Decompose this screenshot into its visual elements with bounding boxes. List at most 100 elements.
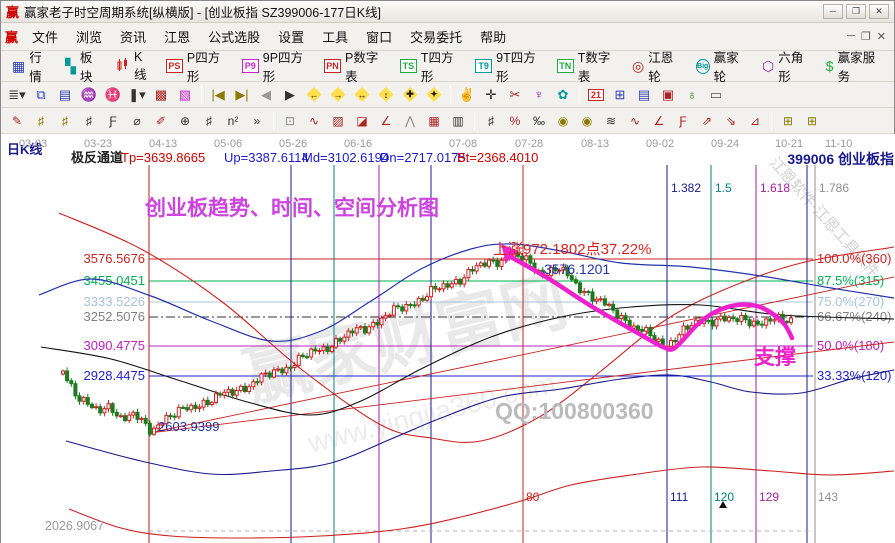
draw-tool-button[interactable]: ⊞	[777, 111, 799, 130]
draw-tool-button[interactable]: ‰	[528, 111, 550, 130]
draw-tool-button[interactable]: ◪	[351, 111, 373, 130]
web-button[interactable]: ♁	[681, 85, 703, 105]
calculator-button[interactable]: ⊞	[609, 85, 631, 105]
computer-button[interactable]: ▭	[705, 85, 727, 105]
kline-button[interactable]: K线	[109, 54, 159, 78]
draw-tool-button[interactable]: ∠	[648, 111, 670, 130]
draw-tool-button[interactable]: ∿	[624, 111, 646, 130]
draw-tool-button[interactable]: Ƒ	[102, 111, 124, 130]
nav-next-button[interactable]: ▶	[279, 85, 301, 105]
menu-item[interactable]: 文件	[23, 23, 67, 50]
expand-v-button[interactable]: ↕	[375, 85, 397, 105]
nav-first-button[interactable]: |◀	[207, 85, 229, 105]
hexagon-button[interactable]: ⬡六角形	[755, 54, 819, 78]
9p-square-button[interactable]: P99P四方形	[235, 54, 317, 78]
gann-wheel-button[interactable]: ◎江恩轮	[625, 54, 689, 78]
cycle-3-button[interactable]: ♒	[78, 85, 100, 105]
draw-tool-button[interactable]: ✎	[6, 111, 28, 130]
chart-area[interactable]: 赢家财富网www.yingjia360.com江恩软件·江恩工具软件日K线03-…	[1, 134, 895, 543]
menu-item[interactable]: 窗口	[357, 23, 401, 50]
draw-tool-button[interactable]: ♯	[30, 111, 52, 130]
close-button[interactable]: ✕	[869, 4, 889, 19]
support-annotation: 支撑	[754, 345, 796, 369]
notes-button[interactable]: ▤	[633, 85, 655, 105]
draw-tool-button[interactable]: ▥	[447, 111, 469, 130]
indicator-value: Up=3387.6114	[224, 150, 309, 165]
rise-annotation: 上涨972.1802点37.22%	[493, 241, 651, 258]
draw-tool-button[interactable]: ⊕	[174, 111, 196, 130]
mdi-close-button[interactable]: ✕	[877, 30, 886, 43]
draw-tool-button[interactable]: %	[504, 111, 526, 130]
kline-style-button[interactable]: ≣▾	[6, 85, 28, 105]
menu-item[interactable]: 公式选股	[199, 23, 269, 50]
expand-h-button[interactable]: ↔	[351, 85, 373, 105]
cycle-9-button[interactable]: ♓	[102, 85, 124, 105]
jump-left-button[interactable]: ←	[303, 85, 325, 105]
angle-tool-button[interactable]: ✂	[504, 85, 526, 105]
draw-tool-button[interactable]: ⇘	[720, 111, 742, 130]
minimize-button[interactable]: ─	[823, 4, 843, 19]
menu-logo-icon: 赢	[5, 27, 18, 46]
draw-tool-button[interactable]: Ƒ	[672, 111, 694, 130]
winner-wheel-button[interactable]: Big赢家轮	[689, 54, 755, 78]
draw-tool-button[interactable]: ≋	[600, 111, 622, 130]
draw-tool-button[interactable]: ▦	[423, 111, 445, 130]
view-button[interactable]: ▩	[150, 85, 172, 105]
draw-tool-button[interactable]: ⌀	[126, 111, 148, 130]
color-chart-button[interactable]: ▧	[174, 85, 196, 105]
center-button[interactable]: ✚	[399, 85, 421, 105]
draw-tool-button[interactable]: ∿	[303, 111, 325, 130]
stats-tool-button[interactable]: ✿	[552, 85, 574, 105]
draw-tool-button[interactable]: ♯	[78, 111, 100, 130]
chart-title-annotation: 创业板趋势、时间、空间分析图	[144, 196, 439, 220]
draw-tool-button[interactable]: n²	[222, 111, 244, 130]
draw-tool-button[interactable]: ♯	[54, 111, 76, 130]
mdi-restore-button[interactable]: ❐	[861, 30, 871, 43]
restore-button[interactable]: ❐	[846, 4, 866, 19]
quotes-button[interactable]: ▦行情	[5, 54, 58, 78]
draw-tool-button[interactable]: ◉	[552, 111, 574, 130]
calendar-button[interactable]: 21	[585, 85, 607, 105]
zoom-window-button[interactable]: ⧉	[30, 85, 52, 105]
menu-item[interactable]: 帮助	[471, 23, 515, 50]
p-square-button[interactable]: PSP四方形	[159, 54, 235, 78]
menu-item[interactable]: 江恩	[155, 23, 199, 50]
mdi-minimize-button[interactable]: ─	[847, 30, 855, 43]
draw-tool-button[interactable]: ▨	[327, 111, 349, 130]
p-table-button[interactable]: PNP数字表	[317, 54, 393, 78]
nav-last-button[interactable]: ▶|	[231, 85, 253, 105]
draw-tool-button[interactable]: ✐	[150, 111, 172, 130]
menu-item[interactable]: 工具	[313, 23, 357, 50]
draw-tool-button[interactable]: ⇗	[696, 111, 718, 130]
menu-item[interactable]: 资讯	[111, 23, 155, 50]
date-axis-label: 11-10	[825, 138, 852, 150]
jump-right-button[interactable]: →	[327, 85, 349, 105]
menu-item[interactable]: 设置	[269, 23, 313, 50]
draw-tool-button[interactable]: ⋀	[399, 111, 421, 130]
cycle-count-label: 129	[759, 490, 779, 504]
t-square-button[interactable]: TST四方形	[393, 54, 468, 78]
save-button[interactable]: ▣	[657, 85, 679, 105]
menu-item[interactable]: 浏览	[67, 23, 111, 50]
candle-width-button[interactable]: ❚▾	[126, 85, 148, 105]
price-label: 3090.4775	[84, 338, 145, 353]
winner-service-button[interactable]: $赢家服务	[819, 54, 890, 78]
nav-prev-button[interactable]: ◀	[255, 85, 277, 105]
draw-tool-button[interactable]: ♯	[198, 111, 220, 130]
draw-tool-button[interactable]: ⊞	[801, 111, 823, 130]
band-tool-button[interactable]: ♆	[528, 85, 550, 105]
crosshair-tool-button[interactable]: ✛	[480, 85, 502, 105]
info-panel-button[interactable]: ▤	[54, 85, 76, 105]
9t-square-button[interactable]: T99T四方形	[468, 54, 550, 78]
fit-button[interactable]: ✦	[423, 85, 445, 105]
draw-tool-button[interactable]: ∠	[375, 111, 397, 130]
draw-tool-button[interactable]: ♯	[480, 111, 502, 130]
draw-tool-button[interactable]: ◉	[576, 111, 598, 130]
menu-item[interactable]: 交易委托	[401, 23, 471, 50]
t-table-button[interactable]: TNT数字表	[550, 54, 625, 78]
draw-tool-button[interactable]: ⊿	[744, 111, 766, 130]
hand-tool-button[interactable]: ✌	[456, 85, 478, 105]
draw-tool-button[interactable]: ⊡	[279, 111, 301, 130]
sectors-button[interactable]: ▚板块	[58, 54, 109, 78]
draw-tool-button[interactable]: »	[246, 111, 268, 130]
